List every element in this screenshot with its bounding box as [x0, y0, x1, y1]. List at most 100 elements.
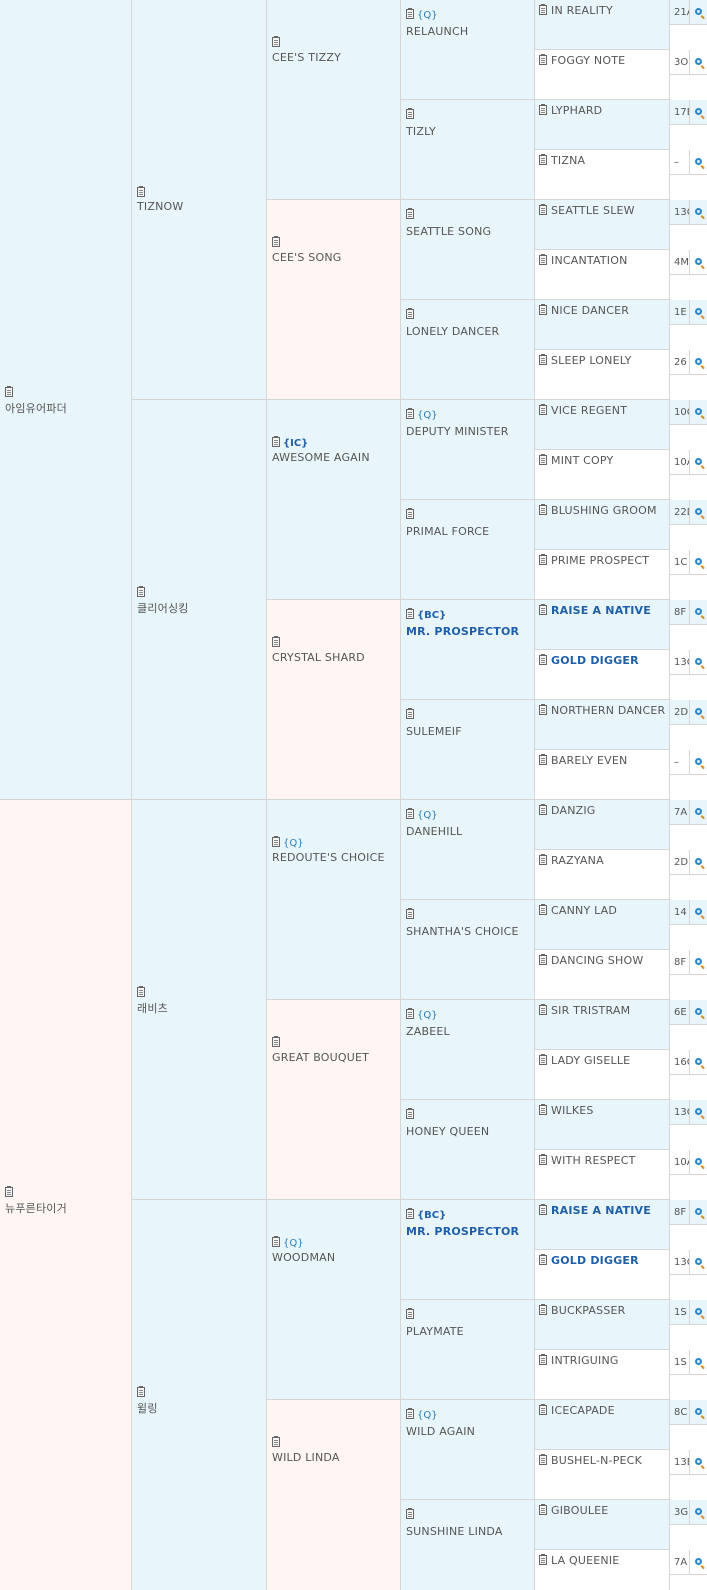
clipboard-icon[interactable]: [406, 908, 414, 919]
horse-name[interactable]: TIZNA: [551, 154, 585, 167]
clipboard-icon[interactable]: [406, 1308, 414, 1319]
horse-name[interactable]: 뉴푸른타이거: [5, 1202, 67, 1215]
horse-name[interactable]: SIR TRISTRAM: [551, 1004, 630, 1017]
magnifier-icon[interactable]: [695, 958, 702, 965]
horse-name[interactable]: MR. PROSPECTOR: [406, 1225, 519, 1238]
magnifier-icon[interactable]: [695, 708, 702, 715]
horse-name[interactable]: MR. PROSPECTOR: [406, 625, 519, 638]
magnifier-icon[interactable]: [695, 1558, 702, 1565]
clipboard-icon[interactable]: [539, 254, 547, 265]
clipboard-icon[interactable]: [272, 1436, 280, 1447]
search-button[interactable]: [690, 300, 707, 325]
horse-name[interactable]: ICECAPADE: [551, 1404, 615, 1417]
horse-name[interactable]: WILD AGAIN: [406, 1425, 475, 1438]
clipboard-icon[interactable]: [539, 404, 547, 415]
horse-name[interactable]: SLEEP LONELY: [551, 354, 632, 367]
horse-name[interactable]: SHANTHA'S CHOICE: [406, 925, 519, 938]
clipboard-icon[interactable]: [406, 1208, 414, 1219]
search-button[interactable]: [690, 550, 707, 575]
clipboard-icon[interactable]: [539, 1404, 547, 1415]
search-button[interactable]: [690, 1150, 707, 1175]
horse-name[interactable]: RAISE A NATIVE: [551, 1204, 651, 1217]
horse-name[interactable]: DANEHILL: [406, 825, 462, 838]
horse-name[interactable]: LADY GISELLE: [551, 1054, 630, 1067]
horse-name[interactable]: SUNSHINE LINDA: [406, 1525, 503, 1538]
magnifier-icon[interactable]: [695, 1008, 702, 1015]
clipboard-icon[interactable]: [539, 604, 547, 615]
search-button[interactable]: [690, 800, 707, 825]
clipboard-icon[interactable]: [539, 904, 547, 915]
magnifier-icon[interactable]: [695, 458, 702, 465]
search-button[interactable]: [690, 1450, 707, 1475]
magnifier-icon[interactable]: [695, 1058, 702, 1065]
clipboard-icon[interactable]: [539, 1154, 547, 1165]
search-button[interactable]: [690, 50, 707, 75]
clipboard-icon[interactable]: [539, 454, 547, 465]
magnifier-icon[interactable]: [695, 108, 702, 115]
clipboard-icon[interactable]: [539, 1554, 547, 1565]
search-button[interactable]: [690, 600, 707, 625]
horse-name[interactable]: WOODMAN: [272, 1251, 335, 1264]
clipboard-icon[interactable]: [137, 186, 145, 197]
clipboard-icon[interactable]: [539, 1104, 547, 1115]
magnifier-icon[interactable]: [695, 558, 702, 565]
clipboard-icon[interactable]: [272, 836, 280, 847]
clipboard-icon[interactable]: [539, 1054, 547, 1065]
search-button[interactable]: [690, 850, 707, 875]
horse-name[interactable]: MINT COPY: [551, 454, 613, 467]
magnifier-icon[interactable]: [695, 8, 702, 15]
search-button[interactable]: [690, 950, 707, 975]
magnifier-icon[interactable]: [695, 858, 702, 865]
clipboard-icon[interactable]: [406, 108, 414, 119]
horse-name[interactable]: SEATTLE SONG: [406, 225, 491, 238]
clipboard-icon[interactable]: [539, 854, 547, 865]
clipboard-icon[interactable]: [406, 1108, 414, 1119]
magnifier-icon[interactable]: [695, 658, 702, 665]
horse-name[interactable]: SULEMEIF: [406, 725, 462, 738]
magnifier-icon[interactable]: [695, 208, 702, 215]
horse-name[interactable]: RELAUNCH: [406, 25, 468, 38]
magnifier-icon[interactable]: [695, 758, 702, 765]
clipboard-icon[interactable]: [272, 236, 280, 247]
clipboard-icon[interactable]: [539, 4, 547, 15]
horse-name[interactable]: REDOUTE'S CHOICE: [272, 851, 385, 864]
magnifier-icon[interactable]: [695, 58, 702, 65]
clipboard-icon[interactable]: [539, 354, 547, 365]
clipboard-icon[interactable]: [539, 804, 547, 815]
horse-name[interactable]: BUCKPASSER: [551, 1304, 626, 1317]
clipboard-icon[interactable]: [539, 1204, 547, 1215]
search-button[interactable]: [690, 1050, 707, 1075]
clipboard-icon[interactable]: [539, 1354, 547, 1365]
clipboard-icon[interactable]: [406, 8, 414, 19]
clipboard-icon[interactable]: [272, 436, 280, 447]
horse-name[interactable]: ZABEEL: [406, 1025, 450, 1038]
clipboard-icon[interactable]: [406, 608, 414, 619]
horse-name[interactable]: 클리어싱킹: [137, 602, 189, 615]
magnifier-icon[interactable]: [695, 1308, 702, 1315]
clipboard-icon[interactable]: [539, 1504, 547, 1515]
horse-name[interactable]: 아임유어파더: [5, 402, 67, 415]
horse-name[interactable]: CEE'S TIZZY: [272, 51, 341, 64]
search-button[interactable]: [690, 1350, 707, 1375]
clipboard-icon[interactable]: [272, 636, 280, 647]
search-button[interactable]: [690, 1000, 707, 1025]
clipboard-icon[interactable]: [272, 36, 280, 47]
clipboard-icon[interactable]: [137, 1386, 145, 1397]
search-button[interactable]: [690, 1250, 707, 1275]
clipboard-icon[interactable]: [5, 1186, 13, 1197]
clipboard-icon[interactable]: [539, 1004, 547, 1015]
magnifier-icon[interactable]: [695, 1208, 702, 1215]
horse-name[interactable]: DEPUTY MINISTER: [406, 425, 509, 438]
horse-name[interactable]: CEE'S SONG: [272, 251, 341, 264]
horse-name[interactable]: 윌링: [137, 1402, 158, 1415]
magnifier-icon[interactable]: [695, 608, 702, 615]
magnifier-icon[interactable]: [695, 1408, 702, 1415]
magnifier-icon[interactable]: [695, 808, 702, 815]
magnifier-icon[interactable]: [695, 308, 702, 315]
clipboard-icon[interactable]: [539, 654, 547, 665]
search-button[interactable]: [690, 700, 707, 725]
horse-name[interactable]: GREAT BOUQUET: [272, 1051, 369, 1064]
search-button[interactable]: [690, 1300, 707, 1325]
search-button[interactable]: [690, 100, 707, 125]
horse-name[interactable]: TIZNOW: [137, 200, 183, 213]
